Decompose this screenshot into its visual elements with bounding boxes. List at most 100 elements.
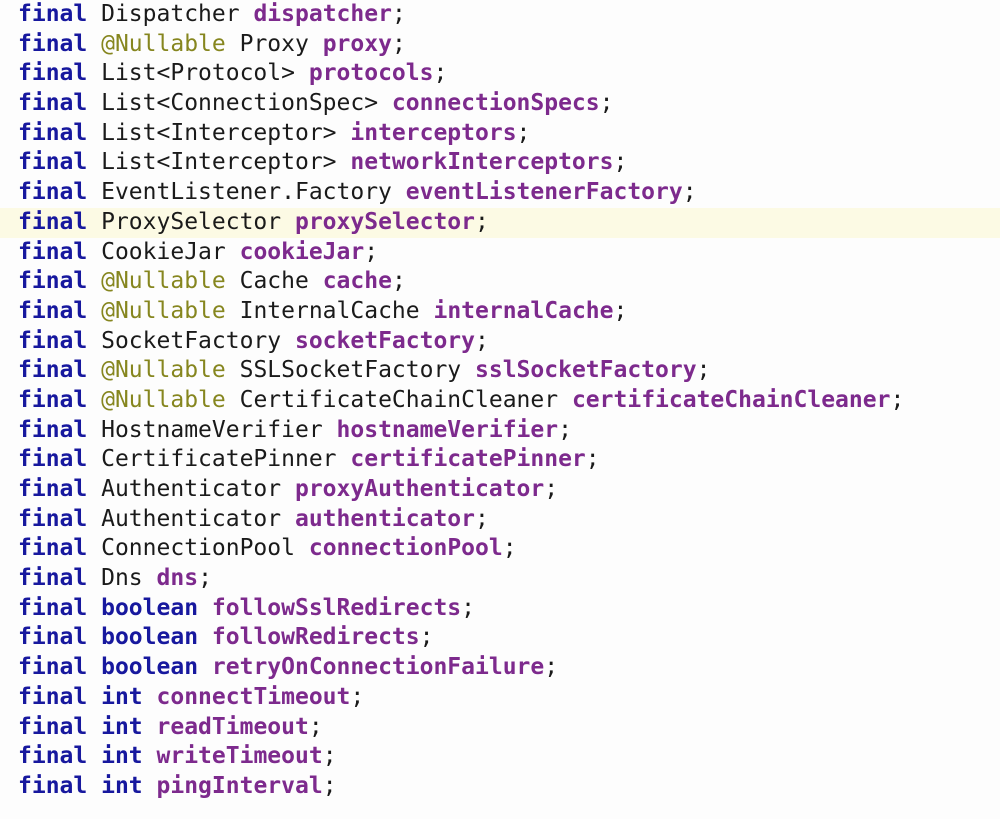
code-line[interactable]: final Dns dns; bbox=[0, 564, 1000, 594]
code-line[interactable]: final @Nullable CertificateChainCleaner … bbox=[0, 386, 1000, 416]
token-annotation: @Nullable bbox=[101, 357, 226, 384]
code-line[interactable]: final Dispatcher dispatcher; bbox=[0, 0, 1000, 30]
code-line[interactable]: final Authenticator proxyAuthenticator; bbox=[0, 475, 1000, 505]
token-keyword: final bbox=[18, 60, 88, 87]
code-text-area[interactable]: final Dispatcher dispatcher; final @Nulla… bbox=[0, 0, 1000, 819]
code-line[interactable]: final int pingInterval; bbox=[0, 772, 1000, 802]
token-field: dns bbox=[156, 565, 199, 592]
token-punct: ; bbox=[391, 268, 406, 295]
token-field: connectionPool bbox=[308, 535, 503, 562]
token-punct: ; bbox=[696, 357, 711, 384]
code-line[interactable]: final EventListener.Factory eventListene… bbox=[0, 178, 1000, 208]
code-line[interactable]: final CertificatePinner certificatePinne… bbox=[0, 445, 1000, 475]
token-punct: ; bbox=[308, 713, 323, 740]
token-punct: ; bbox=[585, 446, 600, 473]
code-line[interactable]: final HostnameVerifier hostnameVerifier; bbox=[0, 416, 1000, 446]
code-line[interactable]: final boolean retryOnConnectionFailure; bbox=[0, 653, 1000, 683]
code-line[interactable]: final CookieJar cookieJar; bbox=[0, 238, 1000, 268]
code-line[interactable]: final @Nullable Proxy proxy; bbox=[0, 30, 1000, 60]
token-punct: ; bbox=[198, 565, 212, 592]
token-keyword: final bbox=[18, 327, 88, 354]
code-editor[interactable]: final Dispatcher dispatcher; final @Nulla… bbox=[0, 0, 1000, 819]
code-line[interactable]: final int connectTimeout; bbox=[0, 683, 1000, 713]
token-annotation: @Nullable bbox=[101, 30, 226, 57]
code-line[interactable]: final Authenticator authenticator; bbox=[0, 505, 1000, 535]
code-line[interactable]: final @Nullable Cache cache; bbox=[0, 267, 1000, 297]
code-line[interactable]: final boolean followSslRedirects; bbox=[0, 594, 1000, 624]
code-line[interactable]: final ProxySelector proxySelector; bbox=[0, 207, 1000, 238]
token-field: followRedirects bbox=[211, 624, 420, 651]
token-keyword: final bbox=[18, 713, 88, 740]
code-line[interactable]: final boolean followRedirects; bbox=[0, 623, 1000, 653]
code-line[interactable]: final List<ConnectionSpec> connectionSpe… bbox=[0, 89, 1000, 119]
token-punct: ; bbox=[391, 30, 406, 57]
token-keyword: int bbox=[101, 743, 143, 770]
token-type: HostnameVerifier bbox=[101, 416, 323, 443]
token-annotation: @Nullable bbox=[101, 268, 226, 295]
token-type: EventListener.Factory bbox=[101, 179, 392, 206]
token-punct: ; bbox=[350, 683, 365, 710]
token-punct: ; bbox=[461, 594, 476, 621]
token-keyword: final bbox=[18, 30, 88, 57]
token-keyword: final bbox=[18, 505, 88, 532]
code-line[interactable]: final @Nullable InternalCache internalCa… bbox=[0, 297, 1000, 327]
token-field: cache bbox=[322, 268, 392, 295]
token-keyword: final bbox=[18, 268, 88, 295]
token-field: connectTimeout bbox=[156, 683, 351, 710]
token-keyword: boolean bbox=[101, 594, 199, 621]
code-line[interactable]: final List<Interceptor> networkIntercept… bbox=[0, 148, 1000, 178]
token-field: proxyAuthenticator bbox=[294, 476, 545, 502]
code-line[interactable]: final @Nullable SSLSocketFactory sslSock… bbox=[0, 356, 1000, 386]
token-field: proxySelector bbox=[294, 208, 475, 235]
code-line[interactable]: final int readTimeout; bbox=[0, 713, 1000, 743]
token-keyword: final bbox=[18, 238, 88, 265]
token-type: List<ConnectionSpec> bbox=[101, 90, 379, 117]
token-field: internalCache bbox=[433, 297, 614, 324]
token-type: SSLSocketFactory bbox=[239, 357, 462, 384]
token-keyword: final bbox=[18, 476, 88, 502]
token-punct: ; bbox=[613, 297, 628, 324]
token-field: certificateChainCleaner bbox=[571, 386, 891, 413]
token-keyword: final bbox=[18, 743, 88, 770]
code-line[interactable]: final List<Interceptor> interceptors; bbox=[0, 119, 1000, 149]
code-line[interactable]: final List<Protocol> protocols; bbox=[0, 59, 1000, 89]
token-type: ProxySelector bbox=[101, 208, 282, 235]
code-line[interactable]: final ConnectionPool connectionPool; bbox=[0, 534, 1000, 564]
token-punct: ; bbox=[516, 119, 531, 146]
token-field: proxy bbox=[322, 30, 392, 57]
token-type: SocketFactory bbox=[101, 327, 282, 354]
token-punct: ; bbox=[364, 238, 379, 265]
token-punct: ; bbox=[544, 476, 559, 502]
token-keyword: final bbox=[18, 565, 88, 592]
token-keyword: int bbox=[101, 713, 143, 740]
token-punct: ; bbox=[475, 505, 489, 532]
token-punct: ; bbox=[599, 90, 614, 117]
token-punct: ; bbox=[613, 149, 628, 176]
code-line[interactable]: final SocketFactory socketFactory; bbox=[0, 327, 1000, 357]
code-line[interactable]: final int writeTimeout; bbox=[0, 742, 1000, 772]
